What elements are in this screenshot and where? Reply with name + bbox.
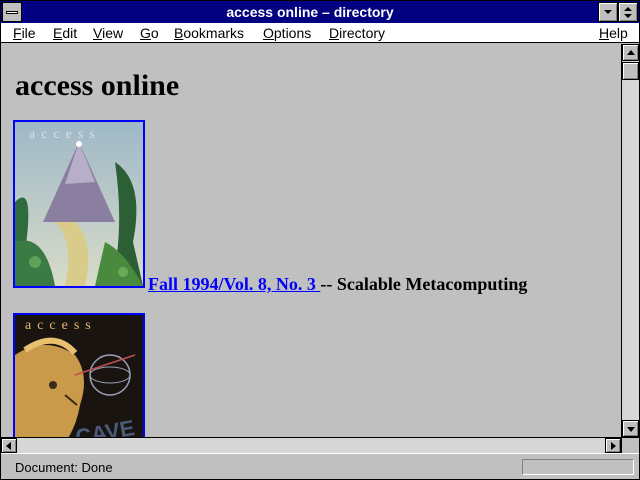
menu-edit[interactable]: Edit [53,25,77,41]
scroll-right-button[interactable] [605,438,621,453]
window-title: access online – directory [226,4,394,20]
status-text: Document: Done [15,460,113,475]
progress-indicator [522,459,634,475]
vertical-scrollbar[interactable] [621,44,639,437]
issue-separator: -- [320,274,333,294]
maximize-icon [624,7,632,11]
scroll-down-button[interactable] [622,420,639,437]
system-menu-icon[interactable] [2,2,22,22]
issue-link-fall-1994[interactable]: Fall 1994/Vol. 8, No. 3 [148,274,320,294]
menu-options[interactable]: Options [263,25,311,41]
menu-directory[interactable]: Directory [329,25,385,41]
scroll-left-button[interactable] [1,438,17,453]
menu-help[interactable]: Help [599,25,628,41]
menu-view[interactable]: View [93,25,123,41]
menu-file[interactable]: File [13,25,36,41]
issue-description: Scalable Metacomputing [332,274,528,294]
cover-image-second-issue[interactable]: access CAVE [13,313,145,437]
title-bar[interactable]: access online – directory [1,1,639,23]
cover-image-fall-1994[interactable]: access [13,120,145,288]
menu-go[interactable]: Go [140,25,159,41]
menu-bar: File Edit View Go Bookmarks Options Dire… [1,23,639,43]
minimize-icon [604,10,612,14]
menu-bookmarks[interactable]: Bookmarks [174,25,244,41]
horizontal-scrollbar[interactable] [1,437,621,453]
page-content: access online access Fall 1994/Vol. 8, N… [1,44,621,437]
maximize-icon-lower [624,14,632,18]
scroll-down-icon [627,427,635,432]
cover-masthead-2: access [25,318,97,333]
browser-window: access online – directory File Edit View… [0,0,640,480]
scroll-up-button[interactable] [622,44,639,61]
scrollbar-corner [621,437,639,453]
status-bar: Document: Done [1,453,639,479]
vertical-scroll-thumb[interactable] [622,62,639,80]
page-title: access online [15,69,180,102]
issue-entry-fall-1994: Fall 1994/Vol. 8, No. 3 -- Scalable Meta… [148,273,527,295]
maximize-button[interactable] [618,2,638,22]
scroll-right-icon [611,442,616,450]
scroll-up-icon [627,50,635,55]
minimize-button[interactable] [598,2,618,22]
cover-masthead: access [29,127,101,142]
scroll-left-icon [6,442,11,450]
